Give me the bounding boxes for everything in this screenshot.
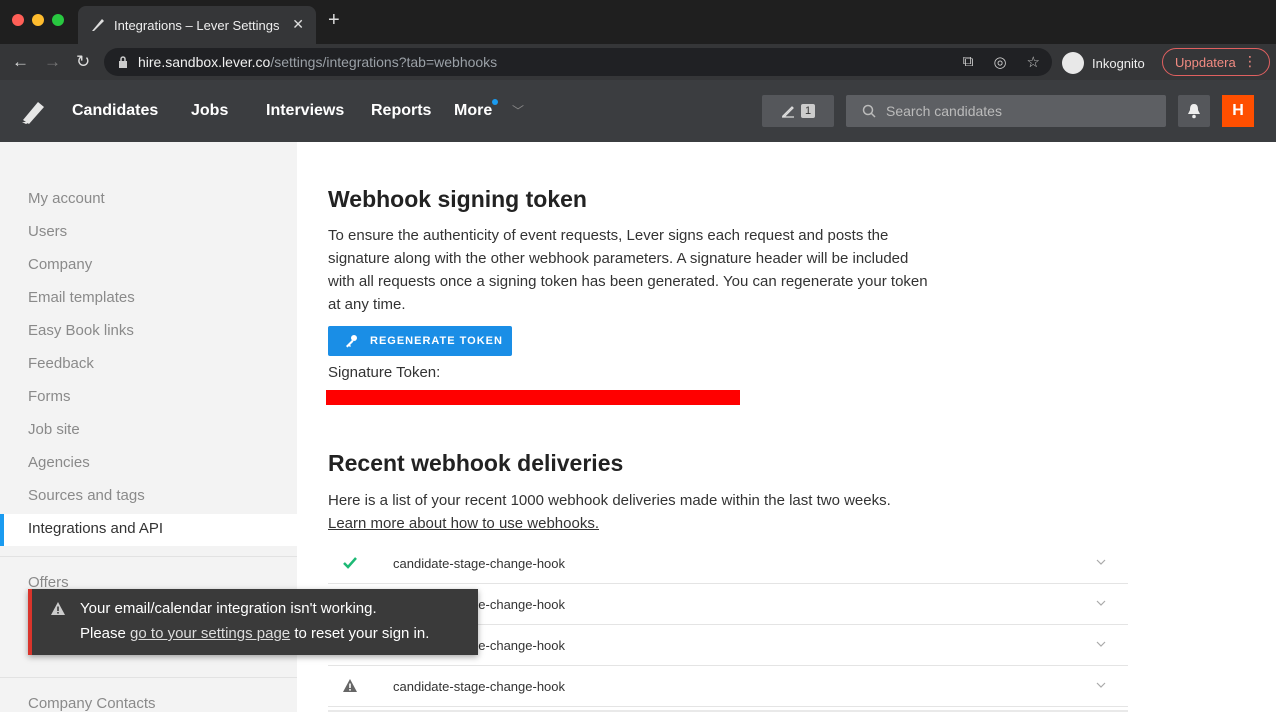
deliveries-title: Recent webhook deliveries (328, 450, 624, 476)
sidebar-item-agencies[interactable]: Agencies (28, 454, 90, 471)
window-zoom-button[interactable] (52, 14, 64, 26)
sidebar-item-easy-book-links[interactable]: Easy Book links (28, 322, 134, 339)
signing-token-title: Webhook signing token (328, 186, 587, 212)
search-input[interactable]: Search candidates (846, 95, 1166, 127)
compose-count: 1 (800, 104, 816, 118)
sidebar-item-sources-and-tags[interactable]: Sources and tags (28, 487, 145, 504)
url-input[interactable]: hire.sandbox.lever.co /settings/integrat… (104, 48, 1052, 76)
integration-error-toast: Your email/calendar integration isn't wo… (28, 589, 478, 655)
regenerate-token-label: REGENERATE TOKEN (370, 335, 503, 347)
sidebar-item-email-templates[interactable]: Email templates (28, 289, 135, 306)
window-minimize-button[interactable] (32, 14, 44, 26)
reload-icon[interactable]: ↻ (76, 52, 90, 72)
chevron-down-icon[interactable] (1096, 557, 1106, 567)
toast-message: Your email/calendar integration isn't wo… (80, 600, 377, 617)
update-button[interactable]: Uppdatera ⋮ (1162, 48, 1270, 76)
nav-jobs[interactable]: Jobs (191, 102, 228, 120)
sidebar-item-my-account[interactable]: My account (28, 190, 105, 207)
delivery-row[interactable]: candidate-stage-change-hook (328, 666, 1128, 707)
notification-dot (492, 99, 498, 105)
nav-candidates[interactable]: Candidates (72, 102, 158, 120)
delivery-row[interactable]: candidate-stage-change-hook (328, 543, 1128, 584)
sidebar-item-company-contacts[interactable]: Company Contacts (28, 695, 156, 712)
sidebar-item-forms[interactable]: Forms (28, 388, 71, 405)
search-placeholder: Search candidates (886, 103, 1002, 119)
lever-logo-icon[interactable] (20, 98, 48, 124)
browser-tab[interactable]: Integrations – Lever Settings ✕ (78, 6, 316, 44)
signing-token-description: To ensure the authenticity of event requ… (328, 227, 928, 313)
compose-button[interactable]: 1 (762, 95, 834, 127)
address-bar: ← → ↻ hire.sandbox.lever.co /settings/in… (0, 44, 1276, 80)
warning-icon (343, 679, 357, 692)
chevron-down-icon[interactable] (1096, 598, 1106, 608)
tab-close-icon[interactable]: ✕ (292, 16, 304, 33)
url-host: hire.sandbox.lever.co (138, 54, 271, 70)
sidebar-item-feedback[interactable]: Feedback (28, 355, 94, 372)
incognito-icon (1062, 52, 1084, 74)
back-icon[interactable]: ← (12, 52, 29, 72)
incognito-indicator[interactable]: Inkognito (1062, 52, 1145, 74)
url-path: /settings/integrations?tab=webhooks (270, 54, 498, 70)
pencil-icon (781, 106, 794, 118)
chevron-down-icon[interactable] (1096, 680, 1106, 690)
menu-dots-icon: ⋮ (1243, 53, 1257, 69)
toast-suffix: to reset your sign in. (290, 625, 430, 642)
star-icon[interactable]: ☆ (1027, 53, 1040, 71)
lock-icon (119, 56, 127, 68)
deliveries-description: Here is a list of your recent 1000 webho… (328, 492, 891, 509)
active-indicator (0, 514, 4, 546)
lever-favicon-icon (92, 19, 104, 31)
update-label: Uppdatera (1175, 54, 1236, 70)
browser-tab-bar: Integrations – Lever Settings ✕ + (0, 0, 1276, 44)
toast-message-line2: Please go to your settings page to reset… (80, 625, 429, 642)
chevron-down-icon[interactable]: ﹀ (512, 102, 524, 119)
window-close-button[interactable] (12, 14, 24, 26)
notifications-button[interactable] (1178, 95, 1210, 127)
user-avatar[interactable]: H (1222, 95, 1254, 127)
nav-reports[interactable]: Reports (371, 102, 431, 120)
delivery-name: candidate-stage-change-hook (393, 556, 566, 571)
success-check-icon (343, 557, 357, 569)
forward-icon[interactable]: → (44, 52, 61, 72)
tab-title: Integrations – Lever Settings (114, 17, 280, 33)
chevron-down-icon[interactable] (1096, 639, 1106, 649)
bell-icon (1188, 104, 1200, 119)
app-header: Candidates Jobs Interviews Reports More … (0, 80, 1276, 142)
delivery-name: candidate-stage-change-hook (393, 679, 566, 694)
search-icon (862, 104, 876, 118)
sidebar-item-integrations-and-api[interactable]: Integrations and API (28, 520, 163, 537)
signature-token-value-redacted (326, 390, 740, 405)
nav-interviews[interactable]: Interviews (266, 102, 344, 120)
settings-page-link[interactable]: go to your settings page (130, 625, 290, 642)
sidebar-divider (0, 677, 297, 678)
new-tab-icon[interactable]: + (328, 10, 340, 30)
translate-icon[interactable]: ⧉ (963, 53, 974, 71)
toast-prefix: Please (80, 625, 131, 642)
eye-off-icon[interactable]: ◎ (993, 53, 1006, 71)
sidebar-divider (0, 556, 297, 557)
learn-more-link[interactable]: Learn more about how to use webhooks. (328, 512, 599, 535)
signature-token-label: Signature Token: (328, 364, 441, 381)
incognito-label: Inkognito (1092, 55, 1145, 71)
key-icon (346, 335, 357, 348)
nav-more[interactable]: More (454, 102, 492, 120)
sidebar-item-company[interactable]: Company (28, 256, 92, 273)
warning-icon (51, 602, 65, 615)
regenerate-token-button[interactable]: REGENERATE TOKEN (328, 326, 512, 356)
sidebar-item-users[interactable]: Users (28, 223, 67, 240)
sidebar-item-job-site[interactable]: Job site (28, 421, 80, 438)
